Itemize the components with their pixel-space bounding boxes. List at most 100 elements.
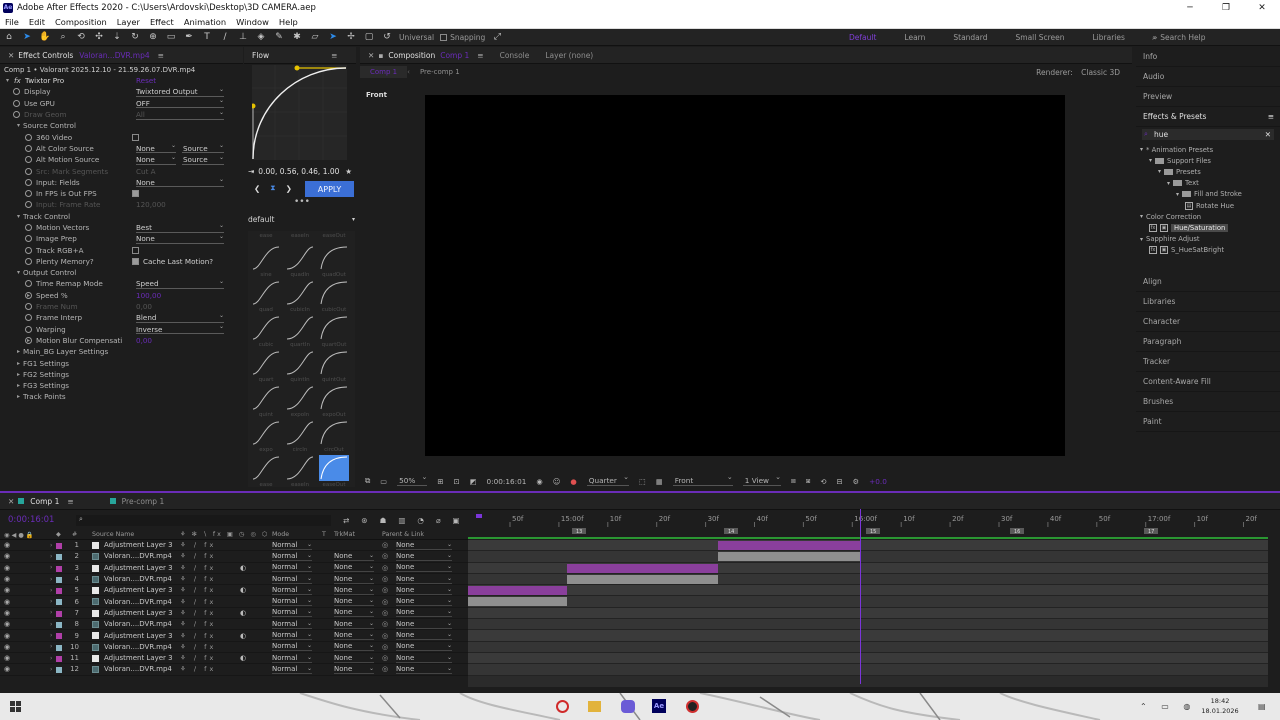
effect-param-row[interactable]: Track RGB+A bbox=[0, 244, 243, 255]
effect-param-row[interactable]: In FPS is Out FPS bbox=[0, 188, 243, 199]
mask-toggle-icon[interactable]: ◩ bbox=[470, 477, 477, 486]
current-time-indicator[interactable] bbox=[860, 509, 861, 684]
effects-tree-item[interactable]: ▾ Presets bbox=[1136, 166, 1280, 177]
parent-select[interactable]: None ⌄ bbox=[396, 541, 452, 550]
effect-param-row[interactable]: Warping Inverse ⌄ bbox=[0, 323, 243, 335]
comp-nav-comp1[interactable]: Comp 1 bbox=[360, 66, 408, 78]
expand-triangle-icon[interactable]: › bbox=[50, 542, 52, 549]
pick-whip-icon[interactable]: ◎ bbox=[382, 654, 388, 662]
adjustment-layer-switch-icon[interactable]: ◐ bbox=[240, 654, 246, 662]
monitor-icon[interactable]: ▭ bbox=[380, 477, 387, 486]
tab-flow[interactable]: Flow ≡ bbox=[244, 47, 345, 64]
param-dropdown[interactable]: ⌄ bbox=[136, 323, 224, 335]
column-mode[interactable]: Mode bbox=[272, 531, 289, 538]
layer-tracks[interactable] bbox=[468, 540, 1268, 687]
curve-preset-cell[interactable]: cubicIn bbox=[285, 280, 315, 313]
curve-preset-cell[interactable]: quadOut bbox=[319, 245, 349, 278]
layer-switches[interactable]: ⚘ ∕ fx bbox=[180, 586, 216, 594]
layer-switches[interactable]: ⚘ ∕ fx bbox=[180, 620, 216, 628]
layer-label-color[interactable] bbox=[56, 565, 62, 572]
param-checkbox[interactable] bbox=[132, 190, 139, 198]
effect-param-row[interactable]: Plenty Memory? Cache Last Motion? bbox=[0, 256, 243, 267]
motion-blur-icon[interactable]: ◔ bbox=[417, 516, 424, 525]
pick-whip-icon[interactable]: ◎ bbox=[382, 586, 388, 594]
workspace-libraries[interactable]: Libraries bbox=[1079, 33, 1139, 42]
param-dropdown[interactable]: ⌄ bbox=[182, 154, 224, 165]
reset-icon[interactable]: ↺ bbox=[380, 31, 394, 44]
brush-tool-icon[interactable]: ∕ bbox=[218, 31, 232, 44]
track-matte-select[interactable]: None ⌄ bbox=[334, 597, 374, 607]
layer-track[interactable] bbox=[468, 540, 1268, 552]
layer-name[interactable]: Valoran....DVR.mp4 bbox=[104, 620, 172, 628]
effects-search-input[interactable]: ⌕ hue ✕ bbox=[1142, 129, 1274, 140]
param-dropdown[interactable]: ⌄ bbox=[182, 142, 224, 154]
workspace-standard[interactable]: Standard bbox=[939, 33, 1001, 42]
effects-tree-item[interactable]: ▾ Sapphire Adjust bbox=[1136, 234, 1280, 245]
blend-mode-select[interactable]: Normal ⌄ bbox=[272, 586, 312, 595]
panel-paragraph[interactable]: Paragraph bbox=[1136, 332, 1280, 352]
panel-info[interactable]: Info bbox=[1136, 47, 1280, 67]
visibility-eye-icon[interactable]: ◉ bbox=[4, 643, 10, 651]
expand-triangle-icon[interactable]: › bbox=[50, 598, 52, 605]
param-checkbox[interactable] bbox=[132, 257, 139, 265]
parent-select[interactable]: None ⌄ bbox=[396, 631, 452, 641]
curve-preset-cell[interactable]: easeIn bbox=[285, 455, 315, 487]
blend-mode-select[interactable]: Normal ⌄ bbox=[272, 563, 312, 573]
curve-preset-cell[interactable]: quintOut bbox=[319, 350, 349, 383]
effects-tree-item[interactable]: ▤ Rotate Hue bbox=[1136, 200, 1280, 211]
stopwatch-icon[interactable] bbox=[25, 144, 32, 152]
notifications-icon[interactable]: ▤ bbox=[1258, 702, 1266, 711]
workspace-default[interactable]: Default bbox=[835, 33, 890, 42]
show-snapshot-icon[interactable]: ☺ bbox=[553, 477, 561, 486]
effects-tree-item[interactable]: ▾ Fill and Stroke bbox=[1136, 189, 1280, 200]
layer-switches[interactable]: ⚘ ∕ fx bbox=[180, 665, 216, 673]
stopwatch-icon[interactable] bbox=[25, 156, 32, 164]
collapse-triangle-icon[interactable]: ▸ bbox=[17, 382, 20, 389]
track-matte-select[interactable]: None ⌄ bbox=[334, 608, 374, 618]
layer-duration-bar[interactable] bbox=[718, 541, 860, 550]
collapse-triangle-icon[interactable]: ▸ bbox=[17, 393, 20, 400]
pick-whip-icon[interactable]: ◎ bbox=[382, 552, 388, 560]
parent-select[interactable]: None ⌄ bbox=[396, 665, 452, 674]
layer-label-color[interactable] bbox=[56, 655, 62, 662]
menu-layer[interactable]: Layer bbox=[112, 17, 145, 27]
stopwatch-icon[interactable] bbox=[25, 314, 32, 322]
collapse-triangle-icon[interactable]: ▸ bbox=[17, 371, 20, 378]
taskbar-app-obs-icon[interactable] bbox=[686, 700, 699, 713]
tab-timeline-comp1[interactable]: ✕ Comp 1 ≡ bbox=[0, 493, 82, 510]
panel-menu-icon[interactable]: ≡ bbox=[67, 497, 73, 506]
taskbar-app-aftereffects-icon[interactable]: Ae bbox=[652, 699, 666, 713]
effect-param-row[interactable]: ▾ Track Control bbox=[0, 211, 243, 222]
curve-preset-cell[interactable]: easeOut bbox=[319, 455, 349, 487]
visibility-eye-icon[interactable]: ◉ bbox=[4, 654, 10, 662]
layer-row[interactable]: ◉ › 8 Valoran....DVR.mp4 ⚘ ∕ fx Normal ⌄ None ⌄ ◎… bbox=[0, 619, 468, 631]
taskbar-search[interactable] bbox=[30, 698, 170, 715]
expand-triangle-icon[interactable]: › bbox=[50, 632, 52, 639]
effects-tree-item[interactable]: ▾ * Animation Presets bbox=[1136, 144, 1280, 155]
close-tab-icon[interactable]: ✕ bbox=[8, 497, 14, 506]
layer-duration-bar[interactable] bbox=[468, 586, 567, 596]
layer-switches[interactable]: ⚘ ∕ fx bbox=[180, 552, 216, 560]
curve-preset-cell[interactable]: quadIn bbox=[285, 245, 315, 278]
comp-nav-precomp1[interactable]: Pre-comp 1 bbox=[410, 68, 470, 76]
orbit-camera-icon[interactable]: ⟲ bbox=[74, 31, 88, 44]
parent-select[interactable]: None ⌄ bbox=[396, 642, 452, 652]
adjustment-layer-switch-icon[interactable]: ◐ bbox=[240, 586, 246, 594]
view-select[interactable]: Front bbox=[672, 473, 733, 486]
dolly-camera-icon[interactable]: ⇣ bbox=[110, 31, 124, 44]
effect-param-row[interactable]: Alt Motion Source None Source ⌄ ⌄ bbox=[0, 154, 243, 165]
layer-track[interactable] bbox=[468, 573, 1268, 586]
expand-triangle-icon[interactable]: ▾ bbox=[1167, 180, 1170, 187]
layer-track[interactable] bbox=[468, 652, 1268, 665]
stopwatch-icon[interactable] bbox=[25, 336, 32, 344]
effect-param-row[interactable]: Alt Color Source None Source ⌄ ⌄ bbox=[0, 142, 243, 154]
parent-select[interactable]: None ⌄ bbox=[396, 575, 452, 584]
view-axis-icon[interactable]: ✢ bbox=[344, 31, 358, 44]
stopwatch-icon[interactable] bbox=[13, 111, 20, 119]
timeline-link-icon[interactable]: ⊟ bbox=[836, 477, 842, 486]
flowchart-icon[interactable]: ⚙ bbox=[853, 477, 860, 486]
curve-preset-cell[interactable]: ease bbox=[251, 455, 281, 487]
blend-mode-select[interactable]: Normal ⌄ bbox=[272, 620, 312, 629]
menu-edit[interactable]: Edit bbox=[24, 17, 50, 27]
expand-triangle-icon[interactable]: › bbox=[50, 655, 52, 662]
